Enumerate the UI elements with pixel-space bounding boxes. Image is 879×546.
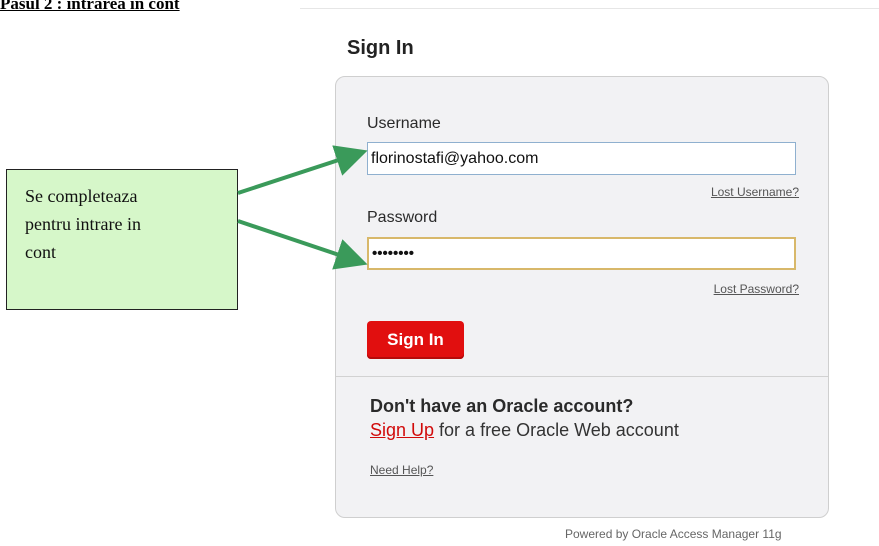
sign-up-link[interactable]: Sign Up (370, 420, 434, 440)
annotation-callout: Se completeaza pentru intrare in cont (6, 169, 238, 310)
password-label: Password (367, 209, 438, 226)
signup-row: Sign Up for a free Oracle Web account (370, 420, 679, 441)
powered-by-text: Powered by Oracle Access Manager 11g (565, 527, 782, 541)
need-help-link[interactable]: Need Help? (370, 463, 433, 477)
callout-line: pentru intrare in (25, 214, 141, 234)
callout-line: cont (25, 242, 56, 262)
password-field[interactable]: •••••••• (367, 237, 796, 270)
no-account-heading: Don't have an Oracle account? (370, 396, 634, 416)
page-divider (300, 8, 879, 9)
signin-panel: Username florinostafi@yahoo.com Lost Use… (335, 76, 829, 518)
sign-in-button[interactable]: Sign In (367, 321, 464, 359)
lost-username-link[interactable]: Lost Username? (711, 185, 799, 199)
callout-line: Se completeaza (25, 186, 138, 206)
document-heading: Pasul 2 : intrarea in cont (0, 0, 180, 13)
lost-password-link[interactable]: Lost Password? (714, 282, 799, 296)
panel-divider (336, 376, 828, 377)
username-label: Username (367, 115, 441, 132)
page-title: Sign In (347, 37, 414, 59)
username-field[interactable]: florinostafi@yahoo.com (367, 142, 796, 175)
signup-description: for a free Oracle Web account (434, 420, 679, 440)
